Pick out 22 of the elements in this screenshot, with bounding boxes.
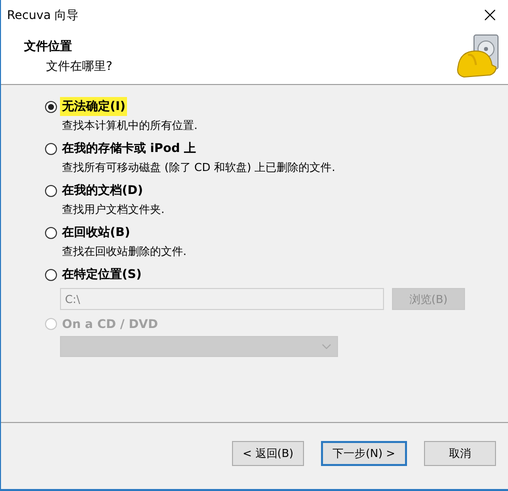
option-label[interactable]: 在我的文档(D) xyxy=(60,181,145,200)
wizard-button[interactable]: < 返回(B) xyxy=(232,440,304,466)
option-description: 查找所有可移动磁盘 (除了 CD 和软盘) 上已删除的文件. xyxy=(61,160,336,175)
option-description: 查找本计算机中的所有位置. xyxy=(61,118,198,133)
page-subtitle: 文件在哪里? xyxy=(45,58,112,75)
radio-button[interactable] xyxy=(45,268,57,280)
radio-button[interactable] xyxy=(45,184,57,196)
option-description: 查找用户文档文件夹. xyxy=(61,202,166,217)
wizard-button[interactable]: 下一步(N) > xyxy=(321,440,407,466)
radio-button[interactable] xyxy=(45,142,57,154)
option-label[interactable]: 在特定位置(S) xyxy=(60,265,144,284)
option-label[interactable]: 无法确定(I) xyxy=(60,97,128,116)
radio-button[interactable] xyxy=(45,226,57,238)
option-label[interactable]: 在我的存储卡或 iPod 上 xyxy=(60,139,198,158)
wizard-button[interactable]: 取消 xyxy=(424,440,496,466)
option-label[interactable]: 在回收站(B) xyxy=(60,223,132,242)
radio-button[interactable] xyxy=(45,100,57,112)
page-title: 文件位置 xyxy=(24,38,73,55)
window-title: Recuva 向导 xyxy=(7,6,79,24)
close-icon xyxy=(484,9,496,21)
chevron-down-icon xyxy=(322,344,331,349)
option-description: 查找在回收站删除的文件. xyxy=(61,244,188,259)
